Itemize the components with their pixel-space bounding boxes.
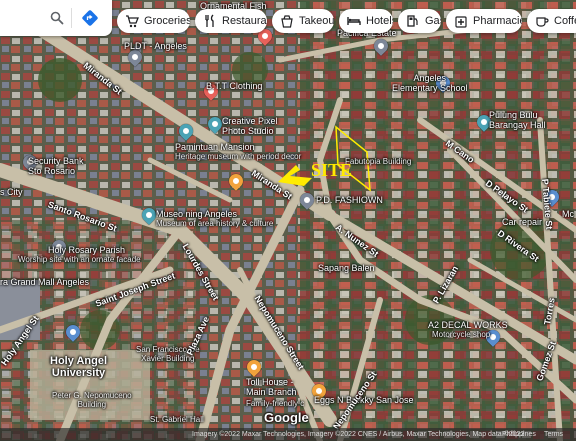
place-label[interactable]: ra Grand Mall Angeles bbox=[0, 277, 89, 288]
chip-label: Gas bbox=[425, 15, 441, 27]
chip-hotels[interactable]: Hotels bbox=[339, 9, 393, 33]
place-description: Museum of area history & culture bbox=[156, 219, 274, 228]
gas-pump-icon bbox=[407, 15, 418, 27]
chip-pharmacies[interactable]: Pharmacies bbox=[446, 9, 522, 33]
chip-label: Takeout bbox=[299, 15, 334, 27]
coffee-icon bbox=[536, 17, 549, 27]
top-bar: Groceries Restaurants Takeout Hotels Gas… bbox=[0, 0, 576, 40]
map-footer: Imagery ©2022 Maxar Technologies, Imager… bbox=[0, 428, 576, 441]
search-icon[interactable] bbox=[50, 11, 64, 25]
chip-takeout[interactable]: Takeout bbox=[272, 9, 334, 33]
place-label[interactable]: Mc bbox=[562, 209, 574, 220]
chip-label: Groceries bbox=[144, 15, 190, 27]
attribution-text: Imagery ©2022 Maxar Technologies, Imager… bbox=[192, 431, 525, 438]
place-label[interactable]: Peter G. Nepomuceno Building bbox=[52, 391, 132, 410]
place-label[interactable]: Fabutopia Building bbox=[345, 157, 411, 167]
place-label[interactable]: P.D. FASHIOWN bbox=[316, 195, 383, 206]
place-label[interactable]: Creative Pixel Photo Studio bbox=[222, 116, 278, 137]
place-description: Heritage museum with period decor bbox=[175, 152, 302, 161]
cart-icon bbox=[126, 15, 139, 28]
place-label[interactable]: Pulung Bulu Barangay Hall bbox=[489, 110, 546, 131]
pharmacy-icon bbox=[455, 16, 467, 28]
chip-gas[interactable]: Gas bbox=[398, 9, 441, 33]
place-label[interactable]: Toll House - Main Branch bbox=[246, 377, 297, 398]
region-text: Philippines bbox=[502, 431, 536, 438]
place-label[interactable]: Security Bank Sto Rosario bbox=[28, 156, 84, 177]
place-label[interactable]: B.T.T Clothing bbox=[206, 81, 262, 92]
site-label: SITE bbox=[311, 160, 353, 180]
chip-groceries[interactable]: Groceries bbox=[117, 9, 190, 33]
search-input[interactable] bbox=[4, 6, 48, 30]
place-description: Family-friendly c bbox=[246, 399, 305, 408]
place-label[interactable]: St. Gabriel Hall bbox=[150, 415, 204, 425]
search-box[interactable] bbox=[0, 0, 112, 36]
place-description: Motorcycle shop bbox=[432, 330, 491, 339]
divider bbox=[71, 8, 72, 28]
chip-coffee[interactable]: Coffee bbox=[527, 9, 576, 33]
place-label[interactable]: s City bbox=[0, 187, 23, 198]
place-label[interactable]: Angeles Elementary School bbox=[392, 73, 468, 94]
takeout-icon bbox=[281, 15, 293, 28]
satellite-map[interactable]: Ornamental Fish PLDT - Angeles Pacifica … bbox=[0, 0, 576, 441]
chip-label: Coffee bbox=[554, 15, 576, 27]
place-label[interactable]: Car repair bbox=[502, 217, 542, 228]
place-label[interactable]: Sapang Balen bbox=[318, 263, 375, 274]
chip-label: Hotels bbox=[366, 15, 393, 27]
google-logo: Google bbox=[264, 410, 309, 425]
chip-restaurants[interactable]: Restaurants bbox=[195, 9, 267, 33]
terms-link[interactable]: Terms bbox=[544, 428, 563, 441]
place-description: Worship site with an ornate facade bbox=[18, 255, 141, 264]
chip-label: Restaurants bbox=[222, 15, 267, 27]
chip-label: Pharmacies bbox=[473, 15, 522, 27]
fork-knife-icon bbox=[205, 14, 214, 27]
bed-icon bbox=[347, 17, 361, 25]
place-label[interactable]: PLDT - Angeles bbox=[124, 41, 187, 52]
place-label[interactable]: Holy Angel University bbox=[50, 355, 107, 379]
directions-icon[interactable] bbox=[81, 9, 99, 27]
